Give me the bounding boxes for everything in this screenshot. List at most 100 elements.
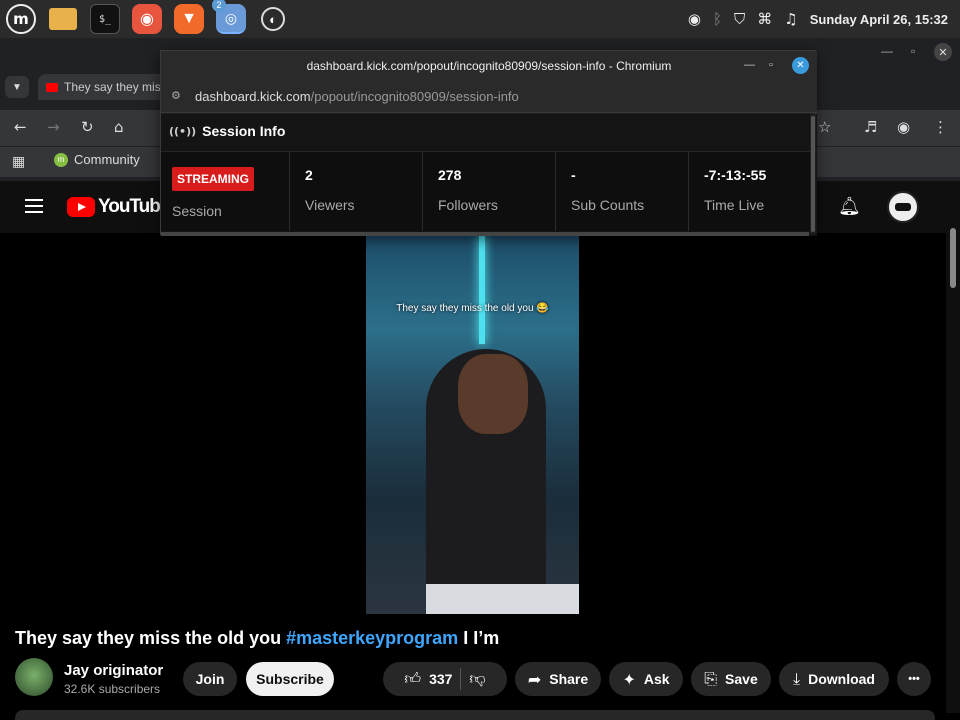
video-face — [458, 354, 528, 434]
maximize-icon[interactable]: ▫ — [911, 44, 915, 58]
share-label: Share — [549, 671, 589, 687]
stat-label: Followers — [438, 197, 498, 213]
video-title: They say they miss the old you #masterke… — [15, 628, 499, 649]
files-launcher[interactable] — [48, 4, 78, 34]
subscribe-button[interactable]: Subscribe — [246, 662, 334, 696]
download-button[interactable]: ⤓ Download — [779, 662, 889, 696]
stat-value: 2 — [305, 167, 313, 183]
stat-label: Viewers — [305, 197, 355, 213]
save-label: Save — [725, 671, 758, 687]
download-icon: ⤓ — [793, 669, 801, 688]
youtube-favicon-icon — [46, 82, 58, 92]
video-caption: They say they miss the old you 😂 — [396, 303, 549, 314]
join-button[interactable]: Join — [183, 662, 237, 696]
page-scrollbar[interactable] — [946, 233, 960, 713]
mint-menu-icon[interactable]: m — [6, 4, 36, 34]
bluetooth-icon[interactable]: ᛒ — [713, 10, 722, 28]
title-text: They say they miss the old you — [15, 628, 287, 648]
ask-label: Ask — [643, 671, 670, 687]
obs-tray-icon[interactable]: ◉ — [688, 10, 701, 28]
folder-icon — [49, 8, 77, 30]
channel-name[interactable]: Jay originator — [64, 662, 163, 679]
neon-light — [479, 234, 485, 344]
popup-address-bar[interactable]: dashboard.kick.com/popout/incognito80909… — [161, 81, 817, 113]
share-icon: ➦ — [527, 669, 542, 689]
bookmark-icon: ⎘ — [704, 669, 718, 688]
scrollbar-thumb[interactable] — [950, 228, 956, 288]
youtube-wordmark: YouTube — [98, 196, 170, 217]
bookmark-star-icon[interactable]: ☆ — [818, 118, 831, 136]
popup-minimize-icon[interactable]: — — [744, 59, 755, 71]
menu-icon[interactable]: ⋮ — [933, 118, 948, 136]
clock[interactable]: Sunday April 26, 15:32 — [810, 12, 948, 27]
profile-icon[interactable]: ◉ — [897, 118, 910, 136]
popup-horizontal-scrollbar[interactable] — [161, 232, 809, 236]
stat-label: Sub Counts — [571, 197, 645, 213]
bookmark-community[interactable]: m Community — [54, 152, 140, 167]
broadcast-icon: ((•)) — [169, 124, 197, 138]
account-avatar[interactable] — [887, 191, 919, 223]
minimize-icon[interactable]: — — [881, 44, 893, 58]
stat-value: 278 — [438, 167, 462, 183]
dislike-icon[interactable]: 👎︎ — [469, 669, 485, 689]
obs-icon: ◐ — [261, 7, 285, 31]
title-hashtag[interactable]: #masterkeyprogram — [286, 628, 458, 648]
bookmark-label: Community — [74, 152, 140, 167]
popup-scrollbar-thumb[interactable] — [811, 116, 815, 232]
popup-close-icon[interactable]: ✕ — [792, 57, 809, 74]
description-box[interactable] — [15, 710, 935, 720]
brave-icon[interactable]: ▼ — [174, 4, 204, 34]
url-host: dashboard.kick.com — [195, 89, 311, 104]
stat-followers: 278 Followers — [423, 151, 556, 231]
tab-youtube[interactable]: They say they miss — [38, 74, 168, 100]
media-control-icon[interactable]: ♬ — [864, 118, 877, 136]
network-icon[interactable]: ⌘ — [757, 10, 772, 28]
apps-grid-icon[interactable]: ▦ — [12, 154, 25, 170]
terminal-icon[interactable]: $_ — [90, 4, 120, 34]
forward-icon[interactable]: → — [47, 118, 60, 136]
home-icon[interactable]: ⌂ — [114, 118, 124, 136]
session-info-popup: dashboard.kick.com/popout/incognito80909… — [160, 50, 817, 236]
like-icon[interactable]: 👍︎ — [404, 669, 421, 689]
back-icon[interactable]: ← — [14, 118, 27, 136]
taskbar: m $_ ◉ ▼ 2 ◎ ◐ ◉ ᛒ ⛉ ⌘ ♫ Sunday April 26,… — [0, 0, 960, 38]
tab-search-button[interactable]: ▼ — [5, 76, 29, 98]
download-label: Download — [808, 671, 875, 687]
stat-label: Session — [172, 203, 222, 219]
youtube-logo[interactable]: YouTube — [67, 196, 170, 218]
like-count[interactable]: 337 — [429, 671, 452, 687]
share-button[interactable]: ➦ Share — [515, 662, 601, 696]
music-icon[interactable]: ♫ — [784, 10, 797, 28]
save-button[interactable]: ⎘ Save — [691, 662, 771, 696]
ask-button[interactable]: ✦ Ask — [609, 662, 683, 696]
close-icon[interactable]: ✕ — [934, 43, 952, 61]
more-actions-button[interactable]: ••• — [897, 662, 931, 696]
stat-value: - — [571, 167, 576, 183]
popup-window-title: dashboard.kick.com/popout/incognito80909… — [161, 51, 817, 81]
sparkle-icon: ✦ — [622, 669, 636, 689]
notifications-bell-icon[interactable]: 🔔︎ — [838, 196, 861, 217]
hamburger-menu-icon[interactable] — [25, 199, 43, 213]
video-frame[interactable]: They say they miss the old you 😂 — [366, 234, 579, 614]
shield-icon[interactable]: ⛉ — [734, 10, 745, 28]
obs-launcher[interactable]: ◐ — [258, 4, 288, 34]
stat-sub-counts: - Sub Counts — [556, 151, 689, 231]
session-info-title: Session Info — [202, 123, 286, 139]
video-table — [426, 584, 579, 614]
like-dislike-group: 👍︎ 337 👎︎ — [383, 662, 507, 696]
stat-label: Time Live — [704, 197, 765, 213]
channel-avatar[interactable] — [15, 658, 53, 696]
stat-viewers: 2 Viewers — [290, 151, 423, 231]
stat-session: STREAMING Session — [161, 151, 290, 231]
stat-time-live: -7:-13:-55 Time Live — [689, 151, 810, 231]
site-settings-icon[interactable]: ⚙ — [171, 89, 181, 102]
reload-icon[interactable]: ↻ — [81, 118, 94, 136]
popup-maximize-icon[interactable]: ▫ — [769, 59, 773, 71]
like-divider — [460, 668, 462, 690]
title-tail: I I’m — [458, 628, 500, 648]
chromium-icon[interactable]: 2 ◎ — [212, 0, 246, 34]
session-info-header: ((•)) Session Info — [169, 123, 285, 139]
firefox-icon[interactable]: ◉ — [132, 4, 162, 34]
streaming-badge: STREAMING — [172, 167, 254, 191]
youtube-play-icon — [67, 197, 95, 217]
